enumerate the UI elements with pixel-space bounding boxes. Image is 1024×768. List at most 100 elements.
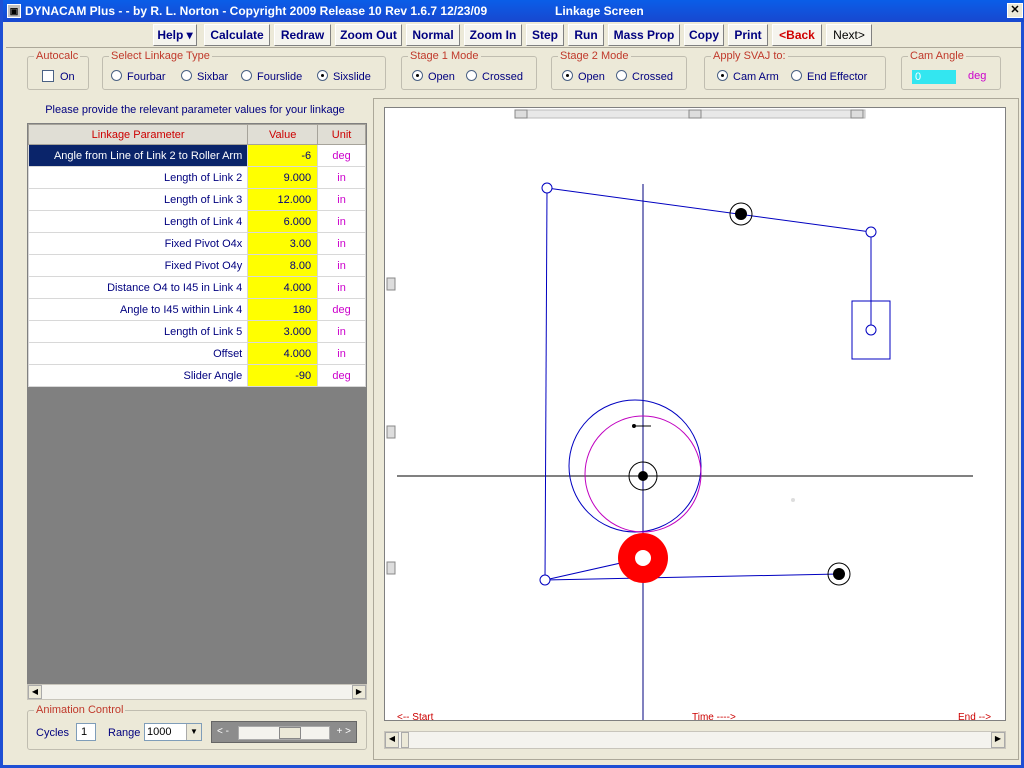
param-value[interactable]: 6.000: [247, 210, 319, 233]
top-scroll-left-icon[interactable]: [514, 109, 528, 119]
redraw-button[interactable]: Redraw: [274, 24, 331, 46]
radio-fourbar[interactable]: Fourbar: [111, 70, 166, 83]
timeline-time-label: Time ---->: [692, 712, 736, 723]
scroll-right-icon[interactable]: ▶: [352, 685, 366, 699]
animation-control-group: Animation Control Cycles 1 Range 1000 ▼ <…: [27, 704, 367, 750]
param-value[interactable]: -6: [247, 144, 319, 167]
stage2-open-radio[interactable]: Open: [562, 70, 605, 83]
step-button[interactable]: Step: [526, 24, 564, 46]
param-value[interactable]: -90: [247, 364, 319, 387]
cam-angle-group: Cam Angle 0 deg: [901, 50, 1001, 90]
radio-sixslide[interactable]: Sixslide: [317, 70, 371, 83]
ground-pivot-o2: [833, 568, 845, 580]
cam-angle-label: Cam Angle: [908, 50, 966, 62]
table-row[interactable]: Length of Link 4 6.000 in: [27, 210, 366, 233]
table-row[interactable]: Length of Link 5 3.000 in: [27, 320, 366, 343]
col-header-parameter: Linkage Parameter: [27, 124, 249, 145]
speed-slider[interactable]: < - + >: [211, 721, 357, 743]
screen-name: Linkage Screen: [555, 4, 644, 18]
timeline-left-icon[interactable]: ◀: [385, 732, 399, 748]
run-button[interactable]: Run: [568, 24, 604, 46]
help-button[interactable]: Help ▾: [153, 24, 197, 46]
param-value[interactable]: 8.00: [247, 254, 319, 277]
chevron-down-icon[interactable]: ▼: [186, 724, 201, 740]
autocalc-group: Autocalc On: [27, 50, 89, 90]
cam-pivot: [638, 471, 648, 481]
slider-pin: [865, 324, 877, 336]
table-row[interactable]: Slider Angle -90 deg: [27, 364, 366, 387]
stage1-label: Stage 1 Mode: [408, 50, 481, 62]
param-value[interactable]: 4.000: [247, 276, 319, 299]
param-name: Length of Link 3: [27, 188, 249, 211]
linkage-drawing: [386, 109, 973, 720]
stage1-open-radio[interactable]: Open: [412, 70, 455, 83]
stage2-group: Stage 2 Mode Open Crossed: [551, 50, 687, 90]
mass-prop-button[interactable]: Mass Prop: [608, 24, 680, 46]
stage2-crossed-radio[interactable]: Crossed: [616, 70, 673, 83]
speed-thumb[interactable]: [279, 727, 301, 739]
param-unit: in: [317, 342, 366, 365]
radio-fourslide[interactable]: Fourslide: [241, 70, 302, 83]
top-scroll-thumb[interactable]: [688, 109, 702, 119]
app-icon: ▣: [7, 4, 21, 18]
timeline-thumb[interactable]: [401, 732, 409, 748]
table-row[interactable]: Fixed Pivot O4y 8.00 in: [27, 254, 366, 277]
param-name: Offset: [27, 342, 249, 365]
param-value[interactable]: 4.000: [247, 342, 319, 365]
svaj-cam-arm-radio[interactable]: Cam Arm: [717, 70, 779, 83]
cam-reference-dot: [632, 424, 636, 428]
svaj-end-effector-radio[interactable]: End Effector: [791, 70, 867, 83]
next-button[interactable]: Next>: [826, 24, 872, 46]
timeline-right-icon[interactable]: ▶: [991, 732, 1005, 748]
range-select[interactable]: 1000 ▼: [144, 723, 202, 741]
table-row[interactable]: Fixed Pivot O4x 3.00 in: [27, 232, 366, 255]
calculate-button[interactable]: Calculate: [204, 24, 270, 46]
print-button[interactable]: Print: [728, 24, 768, 46]
table-row[interactable]: Distance O4 to I45 in Link 4 4.000 in: [27, 276, 366, 299]
table-row[interactable]: Angle from Line of Link 2 to Roller Arm -…: [27, 144, 366, 167]
param-name: Length of Link 5: [27, 320, 249, 343]
table-row[interactable]: Offset 4.000 in: [27, 342, 366, 365]
svaj-label: Apply SVAJ to:: [711, 50, 788, 62]
param-name: Length of Link 4: [27, 210, 249, 233]
speed-track[interactable]: [238, 726, 330, 740]
drawing-canvas[interactable]: <-- Start Time ----> End -->: [384, 107, 1006, 723]
parameter-panel: Please provide the relevant parameter va…: [17, 98, 373, 758]
roller-follower-hub: [635, 550, 651, 566]
close-button[interactable]: ✕: [1007, 3, 1023, 18]
normal-button[interactable]: Normal: [406, 24, 460, 46]
param-name: Slider Angle: [27, 364, 249, 387]
param-value[interactable]: 9.000: [247, 166, 319, 189]
parameter-table-container: Linkage Parameter Value Unit Angle from …: [27, 123, 367, 691]
param-value[interactable]: 3.000: [247, 320, 319, 343]
scroll-left-icon[interactable]: ◀: [28, 685, 42, 699]
radio-sixbar[interactable]: Sixbar: [181, 70, 228, 83]
col-header-value: Value: [247, 124, 319, 145]
cam-angle-input[interactable]: 0: [912, 70, 956, 84]
zoom-out-button[interactable]: Zoom Out: [335, 24, 402, 46]
copy-button[interactable]: Copy: [684, 24, 724, 46]
zoom-in-button[interactable]: Zoom In: [464, 24, 522, 46]
joint-a: [541, 182, 553, 194]
left-scroll-down-icon[interactable]: [386, 561, 396, 575]
stage1-crossed-radio[interactable]: Crossed: [466, 70, 523, 83]
param-unit: deg: [317, 144, 366, 167]
speed-slower-label: < -: [217, 726, 229, 737]
top-scroll-right-icon[interactable]: [850, 109, 864, 119]
cycles-input[interactable]: 1: [76, 723, 96, 741]
joint-c: [539, 574, 551, 586]
table-row[interactable]: Length of Link 2 9.000 in: [27, 166, 366, 189]
param-value[interactable]: 3.00: [247, 232, 319, 255]
param-value[interactable]: 180: [247, 298, 319, 321]
param-value[interactable]: 12.000: [247, 188, 319, 211]
table-row[interactable]: Angle to I45 within Link 4 180 deg: [27, 298, 366, 321]
table-horizontal-scrollbar[interactable]: ◀ ▶: [27, 684, 367, 700]
table-row[interactable]: Length of Link 3 12.000 in: [27, 188, 366, 211]
param-unit: in: [317, 320, 366, 343]
left-scroll-thumb[interactable]: [386, 425, 396, 439]
autocalc-checkbox[interactable]: On: [42, 70, 75, 83]
range-label: Range: [108, 727, 141, 739]
left-scroll-up-icon[interactable]: [386, 277, 396, 291]
back-button[interactable]: <Back: [772, 24, 822, 46]
timeline-scrollbar[interactable]: ◀ ▶: [384, 731, 1006, 749]
